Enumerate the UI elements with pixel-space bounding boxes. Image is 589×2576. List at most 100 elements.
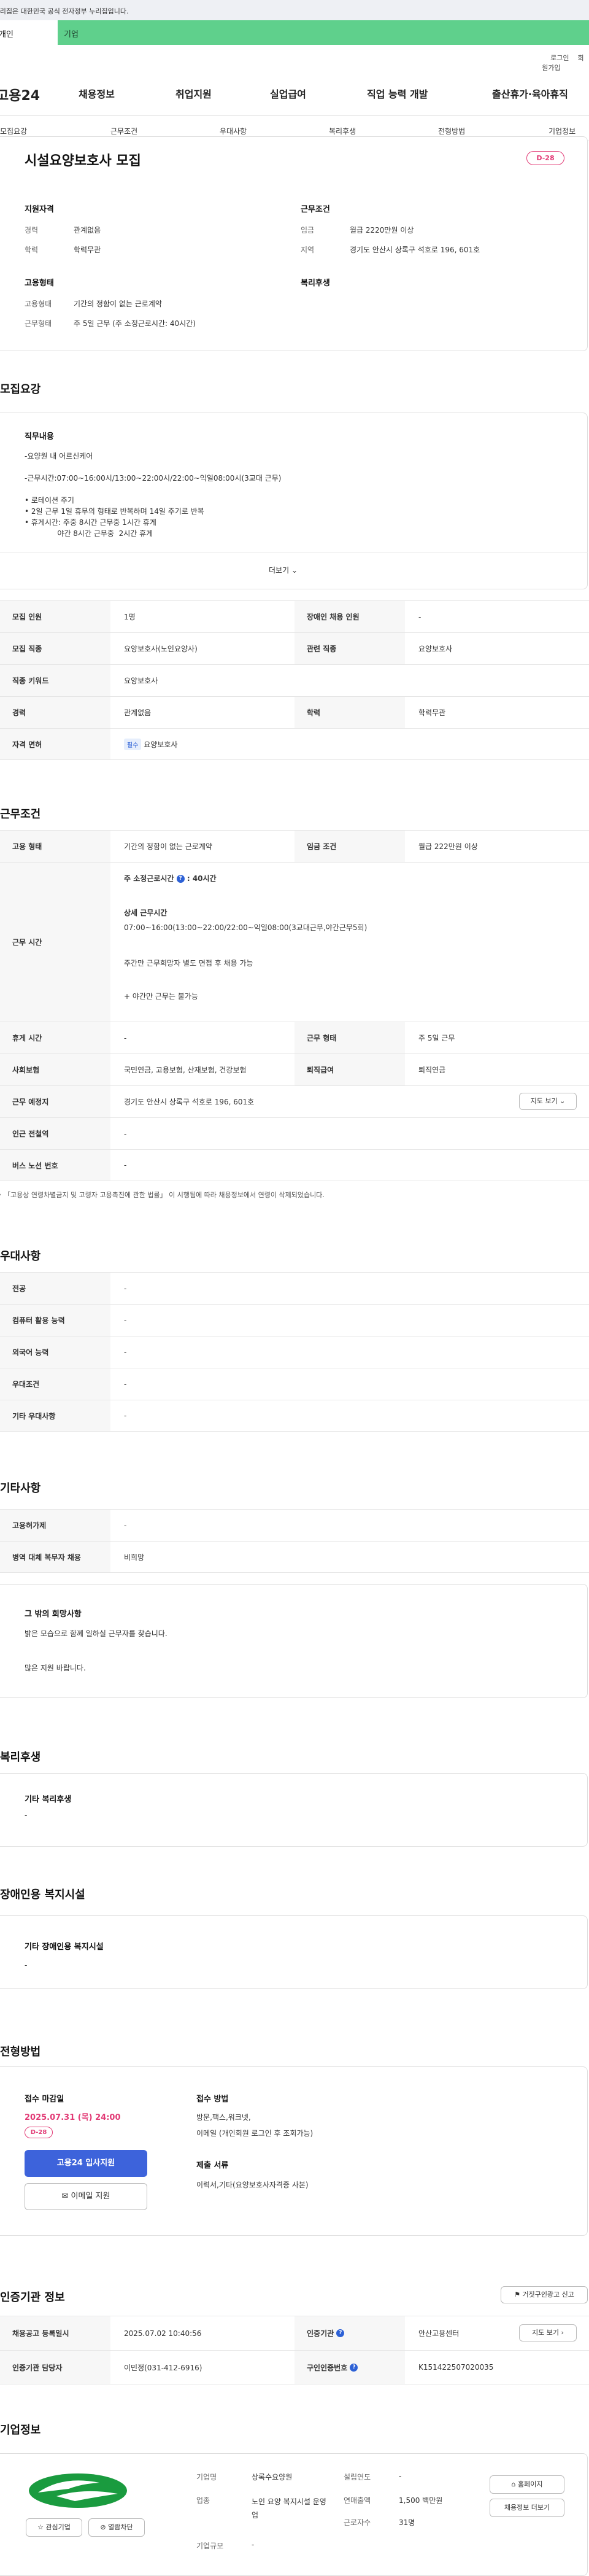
row-value: 요양보호사 [124,677,158,685]
table-row: 모집 인원 1명 장애인 채용 인원 - [0,600,589,632]
menu-jobs[interactable]: 채용정보 [79,86,115,101]
subnav-preference[interactable]: 우대사항 [220,126,247,136]
label-region: 지역 [301,246,315,254]
mail-icon: ✉ [61,2192,69,2201]
detail-hours-value: 07:00~16:00(13:00~22:00/22:00~익일08:00(3교… [124,923,368,932]
job-title: 시설요양보호사 모집 [25,153,141,169]
row-header-label: 구인인증번호 [307,2363,348,2372]
report-ad-button[interactable]: ⚑ 거짓구인광고 신고 [501,2286,588,2303]
table-row: 기타 우대사항 - [0,1400,589,1432]
detail-hours-note: 주간만 근무희망자 별도 면접 후 채용 가능 [124,959,253,968]
row-header-label: 인증기관 [307,2329,334,2338]
tab-personal[interactable]: 개인 [0,20,58,45]
subnav-recruit[interactable]: 모집요강 [0,126,27,136]
row-value: 비희망 [124,1553,145,1562]
row-value: 2025.07.02 10:40:56 [124,2329,202,2338]
tab-business[interactable]: 기업 [64,28,79,39]
row-header: 고용허가제 [0,1510,110,1541]
info-icon[interactable]: ? [350,2363,358,2372]
subnav-welfare[interactable]: 복리후생 [329,126,356,136]
row-header: 버스 노선 번호 [0,1150,110,1181]
star-icon: ☆ [37,2523,44,2531]
value-revenue: 1,500 백만원 [399,2496,443,2505]
row-value: - [418,612,422,621]
homepage-button[interactable]: ⌂ 홈페이지 [490,2475,564,2494]
table-row: 고용 형태 기간의 정함이 없는 근로계약 임금 조건 월급 222만원 이상 [0,830,589,862]
row-header: 자격 면허 [0,729,110,759]
more-jobs-button[interactable]: 채용정보 더보기 [490,2499,564,2517]
table-row: 외국어 능력 - [0,1336,589,1368]
row-header: 임금 조건 [294,831,405,862]
more-button[interactable]: 더보기 ⌄ [269,565,298,575]
table-row: 모집 직종 요양보호사(노인요양사) 관련 직종 요양보호사 [0,632,589,664]
table-row: 인증기관 담당자 이민정(031-412-6916) 구인인증번호 ? K151422… [0,2350,589,2384]
row-header: 모집 직종 [0,633,110,664]
home-icon: ⌂ [511,2480,516,2488]
block-company-button[interactable]: ⊘ 열람차단 [88,2518,145,2537]
how-heading: 접수 방법 [196,2095,229,2104]
detail-hours-label: 상세 근무시간 [124,909,167,917]
subnav-method[interactable]: 전형방법 [438,126,465,136]
flag-icon: ⚑ [514,2291,520,2299]
weekly-hours-value: : 40시간 [187,874,217,883]
welfare-value: - [25,1811,28,1820]
table-row: 휴게 시간 - 근무 형태 주 5일 근무 [0,1022,589,1053]
table-row: 자격 면허 필수 요양보호사 [0,728,589,760]
table-row: 채용공고 등록일시 2025.07.02 10:40:56 인증기관 ? 안산고용센터 [0,2316,589,2350]
map-button[interactable]: 지도 보기 › [519,2324,577,2341]
label-wage: 임금 [301,226,315,235]
row-value: - [124,1284,127,1293]
row-value: 안산고용센터 [418,2329,460,2338]
email-apply-button[interactable]: ✉ 이메일 지원 [25,2183,147,2210]
value-founded: - [399,2472,402,2480]
menu-parental-leave[interactable]: 출산휴가·육아휴직 [492,86,568,101]
row-header: 직종 키워드 [0,665,110,696]
label-work-type: 근무형태 [25,319,52,328]
login-link[interactable]: 로그인 [550,54,569,62]
table-row: 직종 키워드 요양보호사 [0,664,589,696]
subnav-company[interactable]: 기업정보 [549,126,576,136]
value-employment-type: 기간의 정함이 없는 근로계약 [74,300,162,308]
value-company-name: 상록수요양원 [252,2473,293,2481]
map-button[interactable]: 지도 보기 ⌄ [519,1093,577,1110]
row-header: 퇴직급여 [294,1054,405,1085]
row-header: 장애인 채용 인원 [294,601,405,632]
row-header: 학력 [294,697,405,728]
row-header: 인증기관 담당자 [0,2351,110,2384]
row-value: 요양보호사(노인요양사) [124,645,198,653]
row-header: 관련 직종 [294,633,405,664]
section-title-etc: 기타사항 [0,1482,41,1495]
section-title-company: 기업정보 [0,2424,41,2437]
info-icon[interactable]: ? [336,2329,345,2337]
section-title-preference: 우대사항 [0,1250,41,1263]
divider [0,115,589,116]
section-title-welfare: 복리후생 [0,1751,41,1764]
block-label: 열람차단 [108,2523,133,2531]
apply-button[interactable]: 고용24 입사지원 [25,2150,147,2177]
table-row: 사회보험 국민연금, 고용보험, 산재보험, 건강보험 퇴직급여 퇴직연금 [0,1053,589,1085]
site-logo[interactable]: 고용24 [0,85,40,104]
how-value: 방문,팩스,워크넷, [196,2113,251,2122]
label-industry: 업종 [196,2496,210,2505]
menu-training[interactable]: 직업 능력 개발 [367,86,428,101]
menu-unemployment[interactable]: 실업급여 [270,86,306,101]
subnav-conditions[interactable]: 근무조건 [110,126,137,136]
favorite-company-button[interactable]: ☆ 관심기업 [26,2518,82,2537]
row-value: - [124,1161,127,1170]
favorite-label: 관심기업 [45,2523,71,2531]
value-career: 관계없음 [74,226,101,235]
disabled-value: - [25,1961,28,1969]
dday-badge: D-28 [526,151,564,165]
disabled-label: 기타 장애인용 복지시설 [25,1942,104,1952]
value-size: - [252,2540,255,2549]
row-value: 이민정(031-412-6916) [124,2363,202,2372]
label-size: 기업규모 [196,2542,224,2550]
required-tag: 필수 [124,738,142,750]
table-row: 버스 노선 번호 - [0,1149,589,1181]
info-icon[interactable]: ? [176,875,185,883]
util-links: 로그인 회원가입 [542,53,589,72]
menu-employment-support[interactable]: 취업지원 [175,86,212,101]
how-value: 이메일 (개인회원 로그인 후 조회가능) [196,2129,314,2138]
table-row: 컴퓨터 활용 능력 - [0,1304,589,1336]
row-value: 요양보호사 [144,740,178,749]
